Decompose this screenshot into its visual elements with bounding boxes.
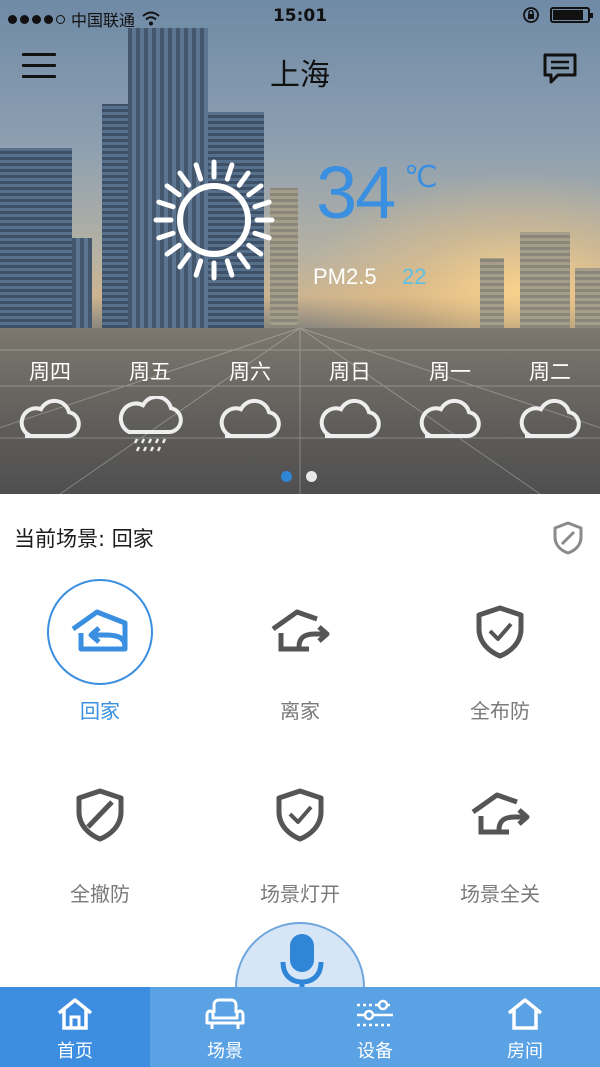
- forecast-day: 周五: [100, 356, 200, 462]
- tab-rooms[interactable]: 房间: [450, 987, 600, 1067]
- sun-icon: [153, 159, 275, 281]
- sun-ray: [164, 183, 182, 198]
- home-leave-icon: [271, 609, 330, 652]
- scene-icon-frame: [47, 579, 153, 685]
- rain-cloud-icon: [118, 394, 183, 452]
- cloud-icon: [19, 398, 81, 438]
- shield-check-icon: [276, 788, 324, 842]
- scene-label: 离家: [280, 699, 320, 723]
- sun-ray: [246, 183, 264, 198]
- shield-check-icon: [476, 605, 524, 659]
- rotation-lock-icon: [523, 7, 539, 23]
- scene-disarm-all[interactable]: 全撤防: [0, 762, 200, 907]
- shield-slash-icon: [76, 788, 124, 842]
- forecast-day: 周六: [200, 356, 300, 446]
- home-return-icon: [71, 609, 128, 652]
- page-indicator[interactable]: [281, 471, 317, 482]
- tab-scenes[interactable]: 场景: [150, 987, 300, 1067]
- tab-label: 首页: [57, 1041, 93, 1062]
- scene-label: 全布防: [470, 699, 530, 723]
- scene-icon-frame: [47, 762, 153, 868]
- cloud-icon: [319, 398, 381, 438]
- sofa-icon: [205, 998, 245, 1029]
- pm25-label: PM2.5: [313, 264, 377, 289]
- tab-label: 设备: [357, 1041, 393, 1062]
- forecast-day-label: 周日: [329, 360, 371, 384]
- sun-ray: [252, 199, 272, 210]
- building: [480, 258, 504, 328]
- forecast-day-label: 周一: [429, 360, 471, 384]
- building: [520, 232, 570, 328]
- sun-ray: [156, 199, 176, 210]
- scene-label: 场景全关: [460, 882, 540, 906]
- scene-icon-frame: [447, 762, 553, 868]
- forecast-day-label: 周五: [129, 360, 171, 384]
- building: [72, 238, 92, 328]
- scene-away[interactable]: 离家: [200, 579, 400, 724]
- temperature-unit: ℃: [404, 160, 438, 195]
- microphone-icon: [280, 934, 324, 992]
- cloud-icon: [519, 398, 581, 438]
- current-scene-label: 当前场景: 回家: [14, 527, 154, 551]
- sun-ray: [224, 162, 235, 182]
- sun-ray: [193, 258, 204, 278]
- sun-ray: [193, 162, 204, 182]
- forecast-day: 周一: [400, 356, 500, 446]
- sun-ray: [164, 242, 182, 257]
- forecast-row: 周四 周五 周六 周日 周一 周二: [0, 356, 600, 466]
- sun-ray: [236, 170, 251, 188]
- battery-icon: [550, 7, 593, 23]
- status-right: [522, 6, 593, 24]
- scene-icon-frame: [447, 579, 553, 685]
- scene-icon-frame: [247, 762, 353, 868]
- page-dot[interactable]: [306, 471, 317, 482]
- weather-banner[interactable]: 中国联通 15:01 上海 34 ℃ PM2.5 22 周四 周五 周六 周日 …: [0, 0, 600, 494]
- forecast-day: 周日: [300, 356, 400, 446]
- building: [575, 268, 600, 328]
- forecast-day: 周四: [0, 356, 100, 446]
- page-dot-active[interactable]: [281, 471, 292, 482]
- scene-label: 场景灯开: [260, 882, 340, 906]
- tab-bar: 首页 场景 设备 房间: [0, 987, 600, 1067]
- sun-ray: [156, 230, 176, 241]
- clock: 15:01: [272, 6, 328, 26]
- scene-arm-all[interactable]: 全布防: [400, 579, 600, 724]
- sun-ray: [236, 252, 251, 270]
- sliders-icon: [357, 999, 393, 1027]
- shield-icon[interactable]: [551, 520, 585, 556]
- forecast-day-label: 周六: [229, 360, 271, 384]
- forecast-day-label: 周四: [29, 360, 71, 384]
- cloud-icon: [419, 398, 481, 438]
- scene-label: 回家: [80, 699, 120, 723]
- sun-ray: [252, 230, 272, 241]
- sun-ray: [224, 258, 235, 278]
- pm25-value: 22: [402, 264, 427, 289]
- scene-label: 全撤防: [70, 882, 130, 906]
- sun-ray: [177, 170, 192, 188]
- scene-home[interactable]: 回家: [0, 579, 200, 724]
- tab-label: 场景: [207, 1041, 243, 1062]
- scene-icon-frame: [247, 579, 353, 685]
- forecast-day: 周二: [500, 356, 600, 446]
- home-leave-icon: [471, 792, 530, 835]
- scene-lights-on[interactable]: 场景灯开: [200, 762, 400, 907]
- status-bar: 中国联通 15:01: [0, 0, 600, 34]
- sun-ray: [177, 252, 192, 270]
- home-icon: [57, 998, 93, 1030]
- tab-home[interactable]: 首页: [0, 987, 150, 1067]
- tab-label: 房间: [507, 1041, 543, 1062]
- tab-devices[interactable]: 设备: [300, 987, 450, 1067]
- building: [0, 148, 72, 328]
- cloud-icon: [219, 398, 281, 438]
- message-icon: [543, 53, 577, 84]
- house-outline-icon: [507, 998, 543, 1030]
- forecast-day-label: 周二: [529, 360, 571, 384]
- temperature-value: 34: [316, 151, 396, 234]
- message-button[interactable]: [542, 52, 578, 86]
- scene-all-off[interactable]: 场景全关: [400, 762, 600, 907]
- city-title[interactable]: 上海: [0, 50, 600, 94]
- sun-ray: [246, 242, 264, 257]
